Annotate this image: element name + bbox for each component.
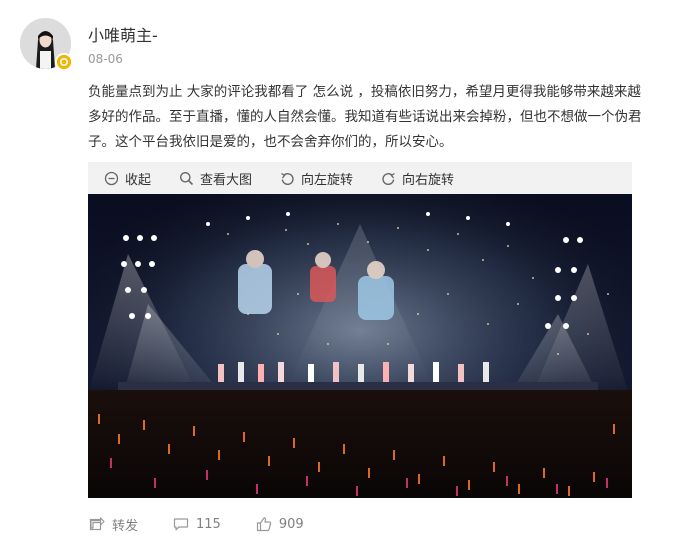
repost-icon bbox=[88, 515, 106, 533]
collapse-label: 收起 bbox=[125, 172, 152, 188]
verified-badge-icon bbox=[55, 53, 73, 71]
collapse-button[interactable]: 收起 bbox=[104, 169, 151, 188]
post-image[interactable] bbox=[88, 194, 632, 498]
view-large-button[interactable]: 查看大图 bbox=[179, 169, 252, 188]
rotate-right-button[interactable]: 向右旋转 bbox=[381, 169, 454, 188]
view-large-label: 查看大图 bbox=[200, 172, 253, 188]
comments-count: 115 bbox=[196, 516, 221, 532]
repost-button[interactable]: 转发 bbox=[88, 515, 138, 534]
username[interactable]: 小唯萌主- bbox=[88, 22, 158, 46]
post-text: 负能量点到为止 大家的评论我都看了 怎么说 ，投稿依旧努力，希望月更得我能够带来… bbox=[88, 84, 642, 150]
post-actions: 转发 115 909 bbox=[88, 512, 338, 536]
comment-button[interactable]: 115 bbox=[172, 515, 221, 533]
rotate-left-icon bbox=[280, 171, 295, 186]
rotate-left-label: 向左旋转 bbox=[301, 172, 354, 188]
image-toolbar: 收起 查看大图 向左旋转 向右旋转 bbox=[88, 162, 632, 194]
post-date[interactable]: 08-06 bbox=[88, 52, 123, 66]
like-button[interactable]: 909 bbox=[255, 515, 304, 533]
repost-label: 转发 bbox=[112, 518, 139, 534]
collapse-icon bbox=[104, 171, 119, 186]
search-icon bbox=[179, 171, 194, 186]
rotate-right-icon bbox=[381, 171, 396, 186]
comment-icon bbox=[172, 515, 190, 533]
rotate-right-label: 向右旋转 bbox=[402, 172, 455, 188]
like-icon bbox=[255, 515, 273, 533]
likes-count: 909 bbox=[278, 516, 304, 532]
rotate-left-button[interactable]: 向左旋转 bbox=[280, 169, 353, 188]
